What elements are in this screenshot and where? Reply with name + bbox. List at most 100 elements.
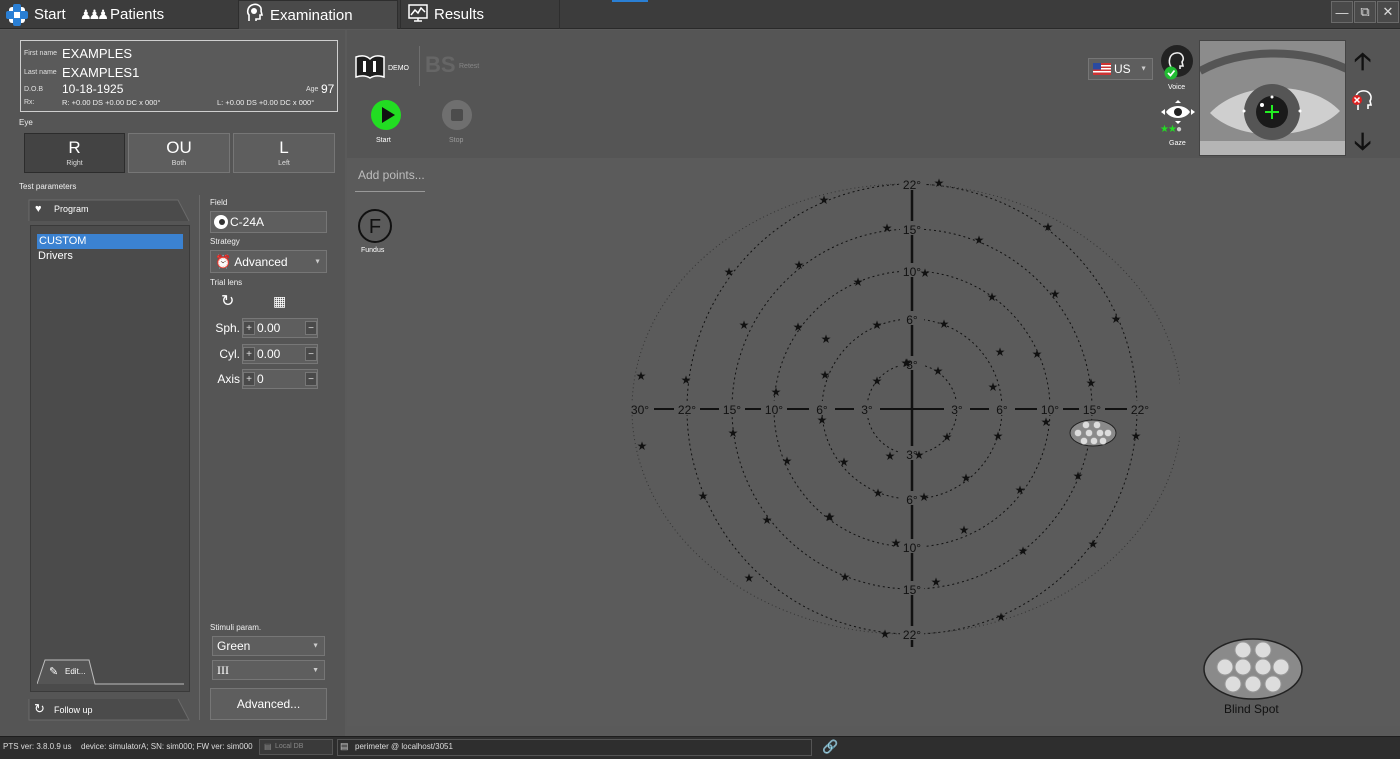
y-axis-label: 15°: [903, 583, 921, 597]
edit-label: Edit...: [65, 667, 86, 676]
program-item-custom[interactable]: CUSTOM: [37, 234, 183, 249]
blind-spot-dot: [1082, 421, 1090, 429]
link-icon[interactable]: 🔗: [822, 739, 838, 755]
sph-plus-button[interactable]: +: [243, 321, 255, 335]
stimulus-point-marker: ★: [988, 380, 999, 394]
close-button[interactable]: ✕: [1377, 1, 1399, 23]
tab-patients[interactable]: ♟♟♟ Patients: [72, 0, 236, 29]
reset-lens-icon[interactable]: ↻: [221, 291, 234, 311]
stop-button[interactable]: Stop: [441, 99, 475, 147]
blind-spot-dot: [1099, 437, 1107, 445]
stimulus-point-marker: ★: [839, 455, 850, 469]
stimulus-point-marker: ★: [959, 523, 970, 537]
follow-up-tab[interactable]: ↻ Follow up: [28, 698, 190, 722]
stimulus-point-marker: ★: [872, 318, 883, 332]
eye-left-button[interactable]: L Left: [233, 133, 335, 173]
toolbar-divider: [419, 46, 420, 86]
program-list[interactable]: CUSTOM Drivers: [30, 225, 190, 692]
eye-both-button[interactable]: OU Both: [128, 133, 230, 173]
calculator-icon[interactable]: ▦: [273, 293, 286, 310]
stimulus-point-marker: ★: [974, 233, 985, 247]
start-button[interactable]: Start: [369, 99, 403, 147]
examination-icon: [246, 3, 264, 27]
sph-input[interactable]: + 0.00 −: [242, 318, 318, 338]
stimulus-point-marker: ★: [942, 430, 953, 444]
blind-spot-dot: [1104, 429, 1112, 437]
cyl-plus-button[interactable]: +: [243, 347, 255, 361]
eye-right-button[interactable]: R Right: [24, 133, 125, 173]
head-alert-icon[interactable]: [1350, 88, 1378, 117]
patients-icon: ♟♟♟: [80, 6, 109, 22]
stimulus-point-marker: ★: [987, 290, 998, 304]
minimize-button[interactable]: —: [1331, 1, 1353, 23]
database-icon: ▤: [264, 742, 272, 751]
program-item-drivers[interactable]: Drivers: [31, 249, 189, 264]
language-dropdown[interactable]: US ▼: [1088, 58, 1153, 80]
visual-field-plot[interactable]: 30° 22° 15° 10° 6° 3° 3° 6° 10° 15° 22° 22° 15° 10° 6°…: [600, 160, 1180, 660]
gaze-status-stars: ★★●: [1160, 124, 1182, 135]
stimulus-point-marker: ★: [919, 490, 930, 504]
stimulus-point-marker: ★: [744, 571, 755, 585]
eye-camera-view[interactable]: [1199, 40, 1346, 156]
version-text: PTS ver: 3.8.0.9 us: [3, 742, 72, 751]
voice-button[interactable]: Voice: [1158, 44, 1196, 96]
stop-label: Stop: [449, 137, 464, 144]
retest-button[interactable]: BS Retest: [425, 52, 495, 82]
add-points-input[interactable]: Add points...: [355, 166, 425, 192]
dob-value: 10-18-1925: [62, 82, 124, 96]
stimulus-point-marker: ★: [914, 448, 925, 462]
axis-minus-button[interactable]: −: [305, 372, 317, 386]
stimulus-point-marker: ★: [817, 413, 828, 427]
arrow-up-icon[interactable]: 🡡: [1354, 44, 1371, 85]
stimulus-color-dropdown[interactable]: Green ▼: [212, 636, 325, 656]
tab-examination[interactable]: Examination: [238, 0, 398, 29]
field-selector[interactable]: C-24A: [210, 211, 327, 233]
test-params-label: Test parameters: [19, 182, 77, 191]
blind-spot-button[interactable]: Blind Spot: [1203, 638, 1303, 718]
eye-section-label: Eye: [19, 118, 33, 127]
gaze-label: Gaze: [1169, 140, 1186, 147]
blind-spot-dot: [1080, 437, 1088, 445]
strategy-dropdown[interactable]: ⏰ Advanced ▼: [210, 250, 327, 273]
start-label: Start: [376, 137, 391, 144]
fundus-label: Fundus: [361, 247, 385, 254]
advanced-button-label: Advanced...: [236, 697, 301, 711]
stimulus-point-marker: ★: [873, 486, 884, 500]
stimulus-point-marker: ★: [681, 373, 692, 387]
server-text: perimeter @ localhost/3051: [355, 742, 453, 751]
chevron-down-icon: ▼: [312, 642, 319, 650]
stimulus-point-marker: ★: [1131, 429, 1142, 443]
y-axis-label: 15°: [903, 223, 921, 237]
axis-input[interactable]: + 0 −: [242, 369, 318, 389]
edit-tab[interactable]: ✎ Edit...: [37, 658, 185, 686]
cyl-input[interactable]: + 0.00 −: [242, 344, 318, 364]
tab-results[interactable]: Results: [400, 0, 560, 29]
strategy-value: Advanced: [234, 254, 288, 269]
program-tab[interactable]: ♥ Program: [28, 198, 190, 222]
stimulus-point-marker: ★: [637, 439, 648, 453]
sph-minus-button[interactable]: −: [305, 321, 317, 335]
fundus-button[interactable]: F Fundus: [357, 208, 397, 260]
blind-spot-label: Blind Spot: [1224, 702, 1279, 716]
blind-spot-icon: [1203, 638, 1303, 705]
program-tab-label: Program: [54, 204, 89, 214]
restore-button[interactable]: ⧉: [1354, 1, 1376, 23]
stimulus-point-marker: ★: [762, 513, 773, 527]
axis-plus-button[interactable]: +: [243, 372, 255, 386]
gaze-control[interactable]: ★★● Gaze: [1158, 100, 1198, 150]
stimulus-size-dropdown[interactable]: III ▼: [212, 660, 325, 680]
stimulus-point-marker: ★: [782, 454, 793, 468]
tab-start[interactable]: Start: [0, 0, 70, 29]
advanced-button[interactable]: Advanced...: [210, 688, 327, 720]
demo-button[interactable]: DEMO: [354, 54, 414, 82]
stimulus-point-marker: ★: [995, 345, 1006, 359]
x-axis-label: 6°: [996, 403, 1008, 417]
y-axis-label: 6°: [906, 493, 918, 507]
axis-label: Axis: [217, 372, 240, 386]
blind-spot-dot: [1090, 437, 1098, 445]
stimulus-point-marker: ★: [920, 266, 931, 280]
cyl-minus-button[interactable]: −: [305, 347, 317, 361]
sph-label: Sph.: [215, 321, 240, 335]
y-axis-label: 22°: [903, 178, 921, 192]
stimulus-point-marker: ★: [939, 317, 950, 331]
